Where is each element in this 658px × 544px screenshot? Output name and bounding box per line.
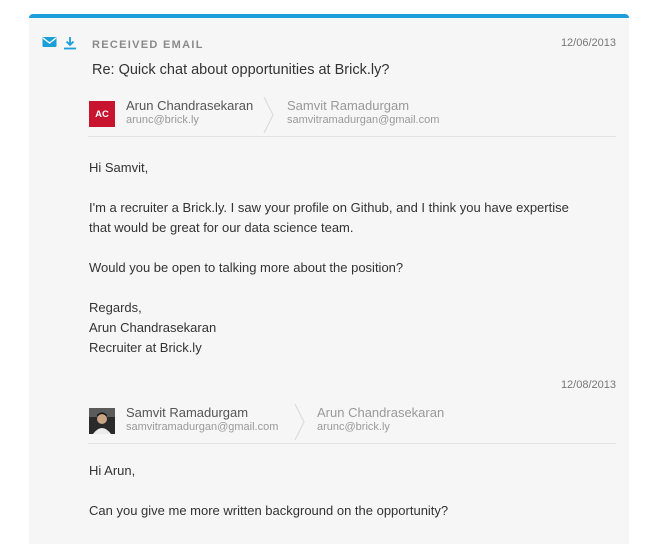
- avatar: AC: [89, 101, 115, 127]
- paragraph: I'm a recruiter a Brick.ly. I saw your p…: [89, 198, 569, 238]
- sender-name[interactable]: Arun Chandrasekaran: [126, 98, 253, 113]
- paragraph-line: that would be great for our data science…: [89, 220, 354, 235]
- recipient: Arun Chandrasekaran arunc@brick.ly: [317, 405, 444, 433]
- message-header: Samvit Ramadurgam samvitramadurgan@gmail…: [88, 400, 616, 444]
- sender-email[interactable]: samvitramadurgan@gmail.com: [126, 421, 278, 433]
- sender: Arun Chandrasekaran arunc@brick.ly: [126, 98, 253, 126]
- sender-email[interactable]: arunc@brick.ly: [126, 114, 253, 126]
- sender: Samvit Ramadurgam samvitramadurgan@gmail…: [126, 405, 278, 433]
- signature-name: Arun Chandrasekaran: [89, 320, 217, 335]
- paragraph: Would you be open to talking more about …: [89, 260, 404, 275]
- greeting: Hi Samvit,: [89, 160, 149, 175]
- recipient-email[interactable]: samvitramadurgan@gmail.com: [287, 114, 439, 126]
- message-body: Hi Samvit, I'm a recruiter a Brick.ly. I…: [89, 158, 569, 358]
- header-icons: [42, 36, 77, 50]
- email-date: 12/06/2013: [560, 37, 616, 49]
- avatar: [89, 408, 115, 434]
- message-header: AC Arun Chandrasekaran arunc@brick.ly Sa…: [88, 93, 616, 137]
- email-thread-card: Received Email 12/06/2013 Re: Quick chat…: [29, 14, 629, 544]
- chevron-right-icon: [263, 96, 274, 134]
- signature-title: Recruiter at Brick.ly: [89, 340, 202, 355]
- recipient-name[interactable]: Arun Chandrasekaran: [317, 405, 444, 420]
- reply-date: 12/08/2013: [560, 379, 616, 391]
- paragraph-line: I'm a recruiter a Brick.ly. I saw your p…: [89, 200, 569, 215]
- mail-icon[interactable]: [42, 36, 57, 50]
- email-subject: Re: Quick chat about opportunities at Br…: [92, 62, 390, 78]
- closing: Regards,: [89, 300, 142, 315]
- person-photo-icon: [89, 408, 115, 434]
- paragraph: Can you give me more written background …: [89, 503, 449, 518]
- download-icon[interactable]: [63, 36, 77, 50]
- email-type-label: Received Email: [92, 39, 204, 51]
- recipient: Samvit Ramadurgam samvitramadurgan@gmail…: [287, 98, 439, 126]
- greeting: Hi Arun,: [89, 463, 136, 478]
- signature: Regards, Arun Chandrasekaran Recruiter a…: [89, 298, 569, 358]
- recipient-email[interactable]: arunc@brick.ly: [317, 421, 444, 433]
- chevron-right-icon: [294, 403, 305, 441]
- message-body: Hi Arun, Can you give me more written ba…: [89, 461, 448, 521]
- recipient-name[interactable]: Samvit Ramadurgam: [287, 98, 439, 113]
- sender-name[interactable]: Samvit Ramadurgam: [126, 405, 278, 420]
